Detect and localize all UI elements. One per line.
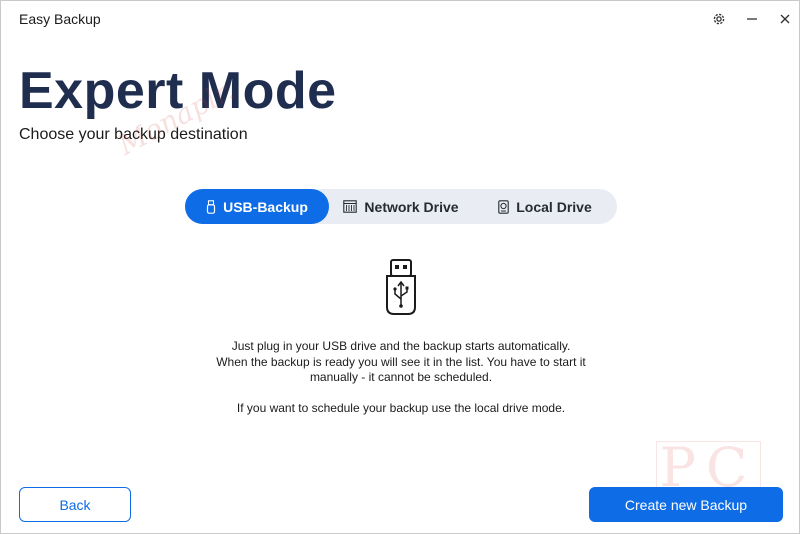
back-button[interactable]: Back xyxy=(19,487,131,522)
settings-button[interactable] xyxy=(709,9,729,29)
tab-usb-backup-label: USB-Backup xyxy=(223,198,308,215)
close-button[interactable] xyxy=(775,9,795,29)
usb-icon xyxy=(206,199,216,214)
description-line: When the backup is ready you will see it… xyxy=(216,354,586,369)
page-subtitle: Choose your backup destination xyxy=(19,126,248,143)
schedule-note: If you want to schedule your backup use … xyxy=(236,400,566,415)
tab-local-drive[interactable]: Local Drive xyxy=(473,189,617,224)
tab-network-drive-label: Network Drive xyxy=(364,198,459,215)
destination-tabs: USB-Backup Network Drive Local Drive xyxy=(185,189,617,224)
gear-icon xyxy=(712,12,726,26)
tab-local-drive-label: Local Drive xyxy=(516,198,592,215)
title-bar: Easy Backup xyxy=(1,1,799,37)
tab-network-drive[interactable]: Network Drive xyxy=(329,189,473,224)
network-drive-icon xyxy=(343,200,358,213)
app-title: Easy Backup xyxy=(19,11,101,27)
create-new-backup-button[interactable]: Create new Backup xyxy=(589,487,783,522)
close-icon xyxy=(779,13,791,25)
app-window: Easy Backup Expert Mode Choose your back… xyxy=(0,0,800,534)
description-line: Just plug in your USB drive and the back… xyxy=(231,339,571,353)
corner-watermark: PC xyxy=(656,441,761,495)
page-title: Expert Mode xyxy=(19,62,337,120)
minimize-icon xyxy=(746,13,758,25)
usb-stick-icon xyxy=(385,259,417,315)
minimize-button[interactable] xyxy=(742,9,762,29)
local-drive-icon xyxy=(498,199,509,214)
usb-description: Just plug in your USB drive and the back… xyxy=(151,339,651,416)
tab-usb-backup[interactable]: USB-Backup xyxy=(185,189,329,224)
description-line: manually - it cannot be scheduled. xyxy=(309,370,493,384)
